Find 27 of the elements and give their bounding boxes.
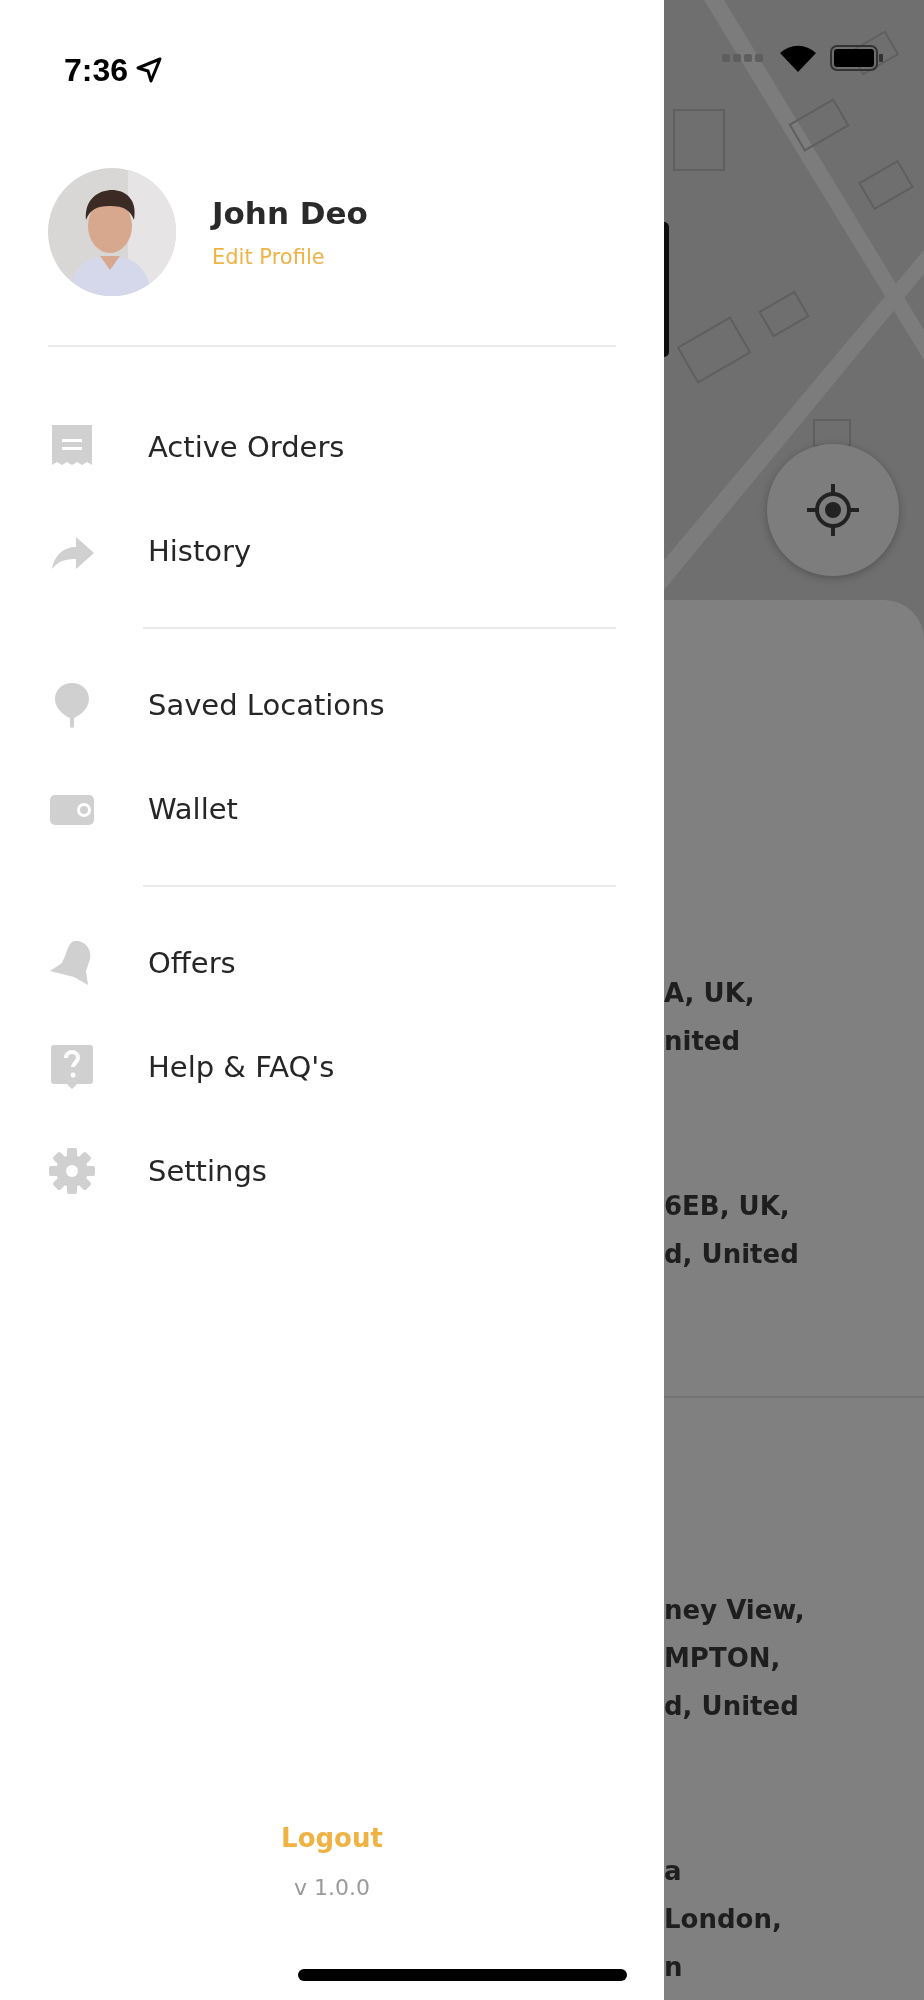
user-name: John Deo [212,195,368,231]
address-text: A, UK, [664,977,756,1010]
wifi-icon [780,44,816,72]
crosshair-icon [805,482,861,538]
address-text: a [664,1855,683,1888]
address-text: d, United [664,1690,800,1723]
battery-icon [830,45,884,71]
signal-icon [722,52,766,64]
menu-item[interactable]: Wallet [0,757,664,861]
address-text: MPTON, [664,1642,782,1675]
address-text: d, United [664,1238,800,1271]
menu-item[interactable]: Offers [0,911,664,1015]
address-text: 6EB, UK, [664,1190,791,1223]
menu-item[interactable]: History [0,499,664,603]
menu-item[interactable]: Active Orders [0,395,664,499]
address-text: ney View, [664,1594,806,1627]
address-text: London, [664,1903,783,1936]
version-label: v 1.0.0 [294,1875,370,1900]
menu-item[interactable]: Help & FAQ's [0,1015,664,1119]
menu-item[interactable]: Saved Locations [0,653,664,757]
settings-icon [48,1147,96,1195]
status-time: 7:36 [64,52,129,88]
help-icon [48,1043,96,1091]
location-arrow-icon [136,57,163,83]
address-text: n [664,1951,684,1984]
address-text: nited [664,1025,742,1058]
menu-item[interactable]: Settings [0,1119,664,1223]
